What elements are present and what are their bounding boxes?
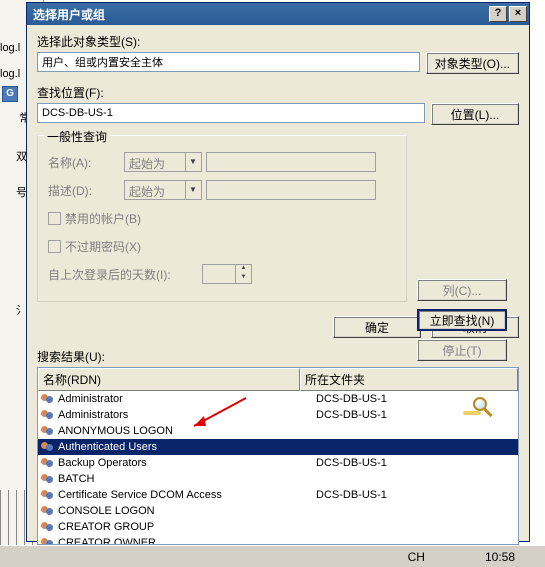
list-item-folder: DCS-DB-US-1 bbox=[316, 489, 518, 501]
location-input[interactable] bbox=[37, 103, 425, 123]
group-icon bbox=[40, 472, 56, 486]
description-mode-dropdown-icon[interactable] bbox=[186, 180, 202, 200]
location-label: 查找位置(F): bbox=[37, 84, 519, 101]
list-item[interactable]: BATCH bbox=[38, 471, 518, 487]
group-icon bbox=[40, 392, 56, 406]
taskbar[interactable]: CH 10:58 bbox=[0, 545, 545, 567]
name-label: 名称(A): bbox=[48, 154, 124, 171]
group-icon bbox=[40, 408, 56, 422]
tray-clock: 10:58 bbox=[485, 550, 515, 564]
list-item[interactable]: Authenticated Users bbox=[38, 439, 518, 455]
list-item[interactable]: Certificate Service DCOM AccessDCS-DB-US… bbox=[38, 487, 518, 503]
group-icon bbox=[40, 536, 56, 545]
select-users-or-groups-dialog: 选择用户或组 ? × 选择此对象类型(S): 对象类型(O)... 查找位置(F… bbox=[26, 2, 530, 542]
disabled-accounts-label: 禁用的帐户(B) bbox=[65, 210, 141, 227]
list-item-name: Backup Operators bbox=[58, 457, 316, 469]
close-button[interactable]: × bbox=[509, 6, 527, 22]
column-name-header[interactable]: 名称(RDN) bbox=[38, 368, 300, 391]
group-icon bbox=[40, 440, 56, 454]
list-item[interactable]: Backup OperatorsDCS-DB-US-1 bbox=[38, 455, 518, 471]
dialog-titlebar[interactable]: 选择用户或组 ? × bbox=[27, 3, 529, 25]
list-item-folder: DCS-DB-US-1 bbox=[316, 457, 518, 469]
column-folder-header[interactable]: 所在文件夹 bbox=[300, 368, 518, 391]
days-spinner[interactable]: ▲▼ bbox=[236, 264, 252, 284]
object-type-button[interactable]: 对象类型(O)... bbox=[426, 52, 519, 74]
help-button[interactable]: ? bbox=[489, 6, 507, 22]
object-type-input[interactable] bbox=[37, 52, 420, 72]
list-item[interactable]: AdministratorDCS-DB-US-1 bbox=[38, 391, 518, 407]
common-queries-legend: 一般性查询 bbox=[44, 128, 110, 145]
tray-lang[interactable]: CH bbox=[408, 550, 425, 564]
group-icon bbox=[40, 456, 56, 470]
right-button-column: 列(C)... 立即查找(N) 停止(T) bbox=[417, 279, 507, 361]
name-mode-dropdown-icon[interactable] bbox=[186, 152, 202, 172]
columns-button[interactable]: 列(C)... bbox=[417, 279, 507, 301]
days-since-logon-label: 自上次登录后的天数(I): bbox=[48, 266, 198, 283]
find-now-button[interactable]: 立即查找(N) bbox=[417, 309, 507, 331]
description-label: 描述(D): bbox=[48, 182, 124, 199]
list-item[interactable]: ANONYMOUS LOGON bbox=[38, 423, 518, 439]
list-item-name: Administrators bbox=[58, 409, 316, 421]
list-item-name: BATCH bbox=[58, 473, 316, 485]
list-item-name: Certificate Service DCOM Access bbox=[58, 489, 316, 501]
group-icon bbox=[40, 424, 56, 438]
object-type-label: 选择此对象类型(S): bbox=[37, 33, 519, 50]
location-button[interactable]: 位置(L)... bbox=[431, 103, 519, 125]
name-input[interactable] bbox=[206, 152, 376, 172]
list-item[interactable]: CREATOR GROUP bbox=[38, 519, 518, 535]
list-item-name: CREATOR GROUP bbox=[58, 521, 316, 533]
list-item[interactable]: AdministratorsDCS-DB-US-1 bbox=[38, 407, 518, 423]
list-item-name: CONSOLE LOGON bbox=[58, 505, 316, 517]
list-item-name: Authenticated Users bbox=[58, 441, 316, 453]
list-item[interactable]: CREATOR OWNER bbox=[38, 535, 518, 545]
dialog-body: 选择此对象类型(S): 对象类型(O)... 查找位置(F): 位置(L)...… bbox=[27, 25, 529, 545]
bg-app-icon: G bbox=[2, 86, 18, 102]
list-item-name: Administrator bbox=[58, 393, 316, 405]
description-mode-select[interactable]: 起始为 bbox=[124, 180, 186, 200]
description-input[interactable] bbox=[206, 180, 376, 200]
search-icon-wrap bbox=[463, 397, 497, 421]
group-icon bbox=[40, 520, 56, 534]
name-mode-select[interactable]: 起始为 bbox=[124, 152, 186, 172]
dialog-title: 选择用户或组 bbox=[33, 6, 105, 23]
list-item-name: ANONYMOUS LOGON bbox=[58, 425, 316, 437]
bg-filename-2: log.l bbox=[0, 68, 20, 80]
ok-button[interactable]: 确定 bbox=[333, 316, 421, 338]
non-expiring-password-checkbox[interactable] bbox=[48, 240, 61, 253]
group-icon bbox=[40, 504, 56, 518]
non-expiring-password-label: 不过期密码(X) bbox=[65, 238, 141, 255]
bg-filename-1: log.l bbox=[0, 42, 20, 54]
magnifier-icon bbox=[463, 397, 497, 421]
common-queries-group: 一般性查询 名称(A): 起始为 描述(D): 起始为 禁用的帐户(B) bbox=[37, 135, 407, 302]
group-icon bbox=[40, 488, 56, 502]
results-list[interactable]: 名称(RDN) 所在文件夹 AdministratorDCS-DB-US-1Ad… bbox=[37, 367, 519, 545]
list-item-name: CREATOR OWNER bbox=[58, 537, 316, 545]
days-input[interactable] bbox=[202, 264, 236, 284]
results-header[interactable]: 名称(RDN) 所在文件夹 bbox=[38, 368, 518, 391]
stop-button[interactable]: 停止(T) bbox=[417, 339, 507, 361]
list-item[interactable]: CONSOLE LOGON bbox=[38, 503, 518, 519]
disabled-accounts-checkbox[interactable] bbox=[48, 212, 61, 225]
